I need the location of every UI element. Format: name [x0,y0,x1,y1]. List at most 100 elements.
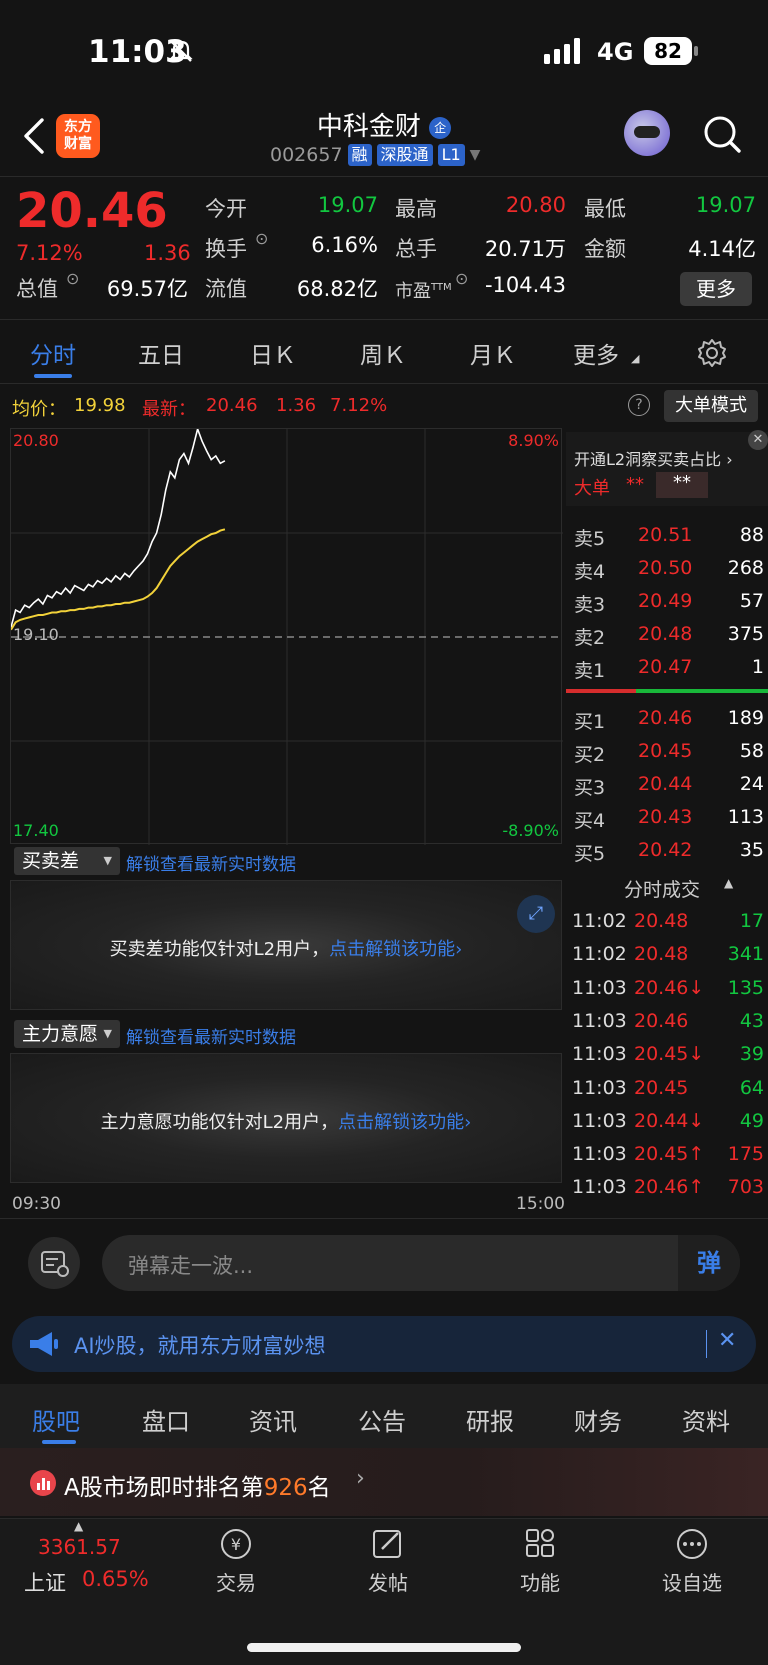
avg-price: 19.98 [74,395,126,416]
nav-post[interactable]: 发帖 [338,1527,438,1596]
latest-pct: 7.12% [330,395,388,416]
tab-weekly-k[interactable]: 周Ｋ [360,336,406,370]
nav-functions[interactable]: 功能 [490,1527,590,1596]
index-value[interactable]: 3361.57 [38,1535,121,1559]
ai-banner[interactable]: AI炒股，就用东方财富妙想 ✕ [12,1316,756,1372]
danmu-send-button[interactable]: 弹 [678,1235,740,1291]
ask-label: 卖3 [574,594,606,616]
bid-row: 买2 20.45 58 [566,736,768,769]
network-type: 4G [597,38,634,66]
indicator-select-spread[interactable]: 买卖差 ▼ [14,847,120,875]
danmu-settings-icon[interactable] [28,1237,80,1289]
baseline-label: 19.10 [13,625,59,644]
chevron-right-icon: › [356,1466,365,1491]
tick-row: 11:03 20.46↑ 703 [566,1172,768,1205]
status-bar: 11:03 4G 82 [0,0,768,100]
tab-5day[interactable]: 五日 [138,336,184,370]
index-name[interactable]: 上证 [24,1567,66,1597]
tab-financials[interactable]: 财务 [574,1402,622,1437]
info-icon[interactable]: ⊙ [66,269,79,288]
tag-margin: 融 [347,144,372,166]
indicator-select-willingness[interactable]: 主力意愿 ▼ [14,1020,120,1048]
last-price: 20.46 [16,183,168,239]
locked-message: 主力意愿功能仅针对L2用户，点击解锁该功能› [100,1112,472,1133]
tick-row: 11:03 20.45↓ 39 [566,1039,768,1072]
y-max-label: 20.80 [13,431,59,450]
battery-indicator: 82 [644,37,692,65]
robot-assistant-icon[interactable] [624,110,670,156]
indicator-header-willingness: 主力意愿 ▼ 解锁查看最新实时数据 [10,1017,562,1051]
tab-orderbook[interactable]: 盘口 [142,1402,190,1437]
tab-announcements[interactable]: 公告 [358,1402,406,1437]
locked-panel-spread: 买卖差功能仅针对L2用户，点击解锁该功能› ⤢ [10,880,562,1010]
unlock-link[interactable]: 解锁查看最新实时数据 [126,1023,296,1048]
ask-volume: 1 [751,656,764,678]
tab-monthly-k[interactable]: 月Ｋ [470,336,516,370]
tick-price: 20.48 [634,910,689,932]
settings-gear-icon[interactable] [697,338,727,368]
value-float-cap: 68.82亿 [296,277,378,301]
value-high: 20.80 [505,193,566,217]
bid-label: 买2 [574,744,606,766]
tab-daily-k[interactable]: 日Ｋ [250,336,296,370]
ask-price: 20.48 [638,623,693,645]
danmu-input[interactable]: 弹幕走一波... 弹 [102,1235,740,1291]
ask-row: 卖4 20.50 268 [566,553,768,586]
search-icon[interactable] [702,114,742,156]
tab-forum[interactable]: 股吧 [32,1402,80,1437]
value-market-cap: 69.57亿 [106,277,188,301]
unlock-feature-link[interactable]: 点击解锁该功能 [338,1112,464,1133]
info-icon[interactable]: ⊙ [455,269,468,288]
quote-panel: 20.46 7.12% 1.36 今开 19.07 最高 20.80 最低 19… [0,176,768,320]
svg-text:¥: ¥ [231,1535,241,1554]
tab-intraday[interactable]: 分时 [30,336,76,370]
tab-more[interactable]: 更多 [573,336,619,370]
ask-row: 卖5 20.51 88 [566,520,768,553]
close-icon[interactable]: ✕ [748,430,768,450]
ai-banner-text: AI炒股，就用东方财富妙想 [74,1334,326,1358]
tick-time: 11:02 [572,943,627,966]
tick-price: 20.45 [634,1076,689,1099]
dropdown-arrow-icon: ▼ [103,1027,112,1040]
locked-message: 买卖差功能仅针对L2用户，点击解锁该功能› [109,939,463,960]
caret-up-icon: ▲ [74,1519,84,1533]
collapse-caret-icon[interactable]: ▲ [724,876,733,890]
tick-price: 20.45↓ [634,1043,705,1066]
value-turnover: 6.16% [311,233,378,257]
tick-volume: 175 [727,1143,764,1166]
caret-icon: ◢ [631,352,640,365]
close-icon[interactable]: ✕ [718,1328,736,1353]
market-rank-banner[interactable]: A股市场即时排名第926名 › [0,1448,768,1516]
more-fields-button[interactable]: 更多 [680,272,752,306]
nav-trade[interactable]: ¥ 交易 [186,1527,286,1596]
label-market-cap: 总值 [16,277,58,301]
bid-price: 20.44 [638,773,693,795]
tab-profile[interactable]: 资料 [682,1402,730,1437]
grid-icon [526,1529,554,1557]
rank-text: A股市场即时排名第926名 [64,1475,331,1501]
edit-icon [373,1530,401,1558]
ticks-title[interactable]: 分时成交 [624,875,700,902]
info-icon[interactable]: ⊙ [255,229,268,248]
label-volume: 总手 [395,237,437,261]
tab-news[interactable]: 资讯 [249,1402,297,1437]
unlock-feature-link[interactable]: 点击解锁该功能 [329,939,455,960]
latest-change: 1.36 [276,395,317,416]
dropdown-arrow-icon[interactable]: ▼ [470,147,481,163]
ask-label: 卖2 [574,627,606,649]
help-icon[interactable]: ? [628,394,650,416]
value-volume: 20.71万 [484,237,566,261]
l2-promo-link[interactable]: 开通L2洞察买卖占比 › [574,446,733,470]
big-order-mode-button[interactable]: 大单模式 [664,390,758,422]
tick-volume: 341 [727,943,764,966]
pct-max-label: 8.90% [508,431,559,450]
tick-row: 11:03 20.46 43 [566,1006,768,1039]
tick-volume: 43 [739,1009,764,1032]
tick-price: 20.46 [634,1009,689,1032]
intraday-chart[interactable]: 20.80 8.90% 19.10 17.40 -8.90% [10,428,563,845]
index-pct[interactable]: 0.65% [82,1567,149,1591]
tab-research[interactable]: 研报 [466,1402,514,1437]
nav-add-watchlist[interactable]: 设自选 [642,1527,742,1596]
unlock-link[interactable]: 解锁查看最新实时数据 [126,850,296,875]
expand-icon[interactable]: ⤢ [517,895,555,933]
